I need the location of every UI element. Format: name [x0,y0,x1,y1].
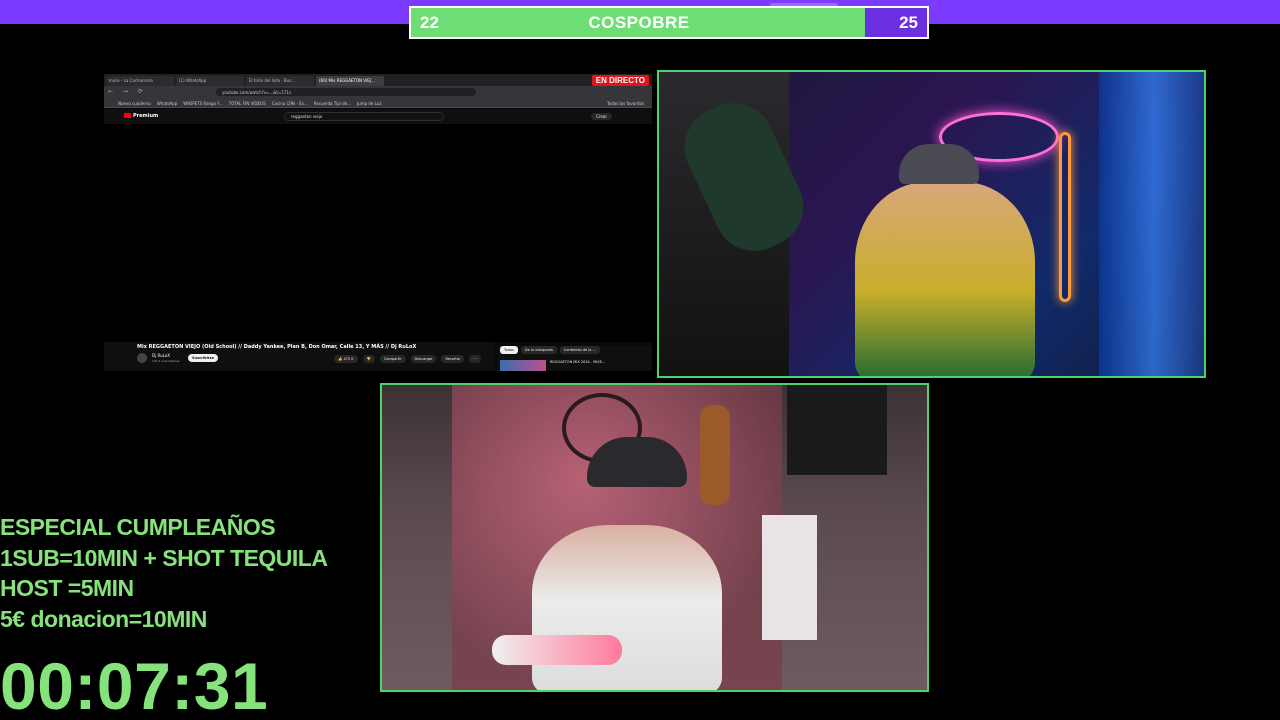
chip[interactable]: Contenido de la ... [559,346,600,354]
countdown-timer: 00:07:31 [0,649,269,720]
youtube-header: Premium reggaeton viejo Crear [104,109,652,124]
recommended-video[interactable]: REGGAETON MIX 2024 - MIXE... [500,360,605,371]
birthday-special-panel: ESPECIAL CUMPLEAÑOS 1SUB=10MIN + SHOT TE… [0,512,360,634]
live-badge: EN DIRECTO [591,75,649,86]
address-bar[interactable]: youtube.com/watch?v=...&t=171s [216,88,476,96]
promo-rule: HOST =5MIN [0,575,134,601]
webcam-top-right [657,70,1206,378]
poll-right-value: 25 [899,13,918,32]
subscribe-button[interactable]: Suscribirse [188,354,218,362]
bookmark-item[interactable]: Jump de Luz [357,98,382,107]
drawer-unit [762,515,817,640]
youtube-logo[interactable]: Premium [124,113,158,119]
more-button[interactable]: ··· [469,355,481,363]
tv-screen [787,385,887,475]
cap [899,144,979,184]
bookmark-item[interactable]: Todos los favoritos [607,98,644,107]
tinsel-curtain [1099,72,1204,376]
promo-title: ESPECIAL CUMPLEAÑOS [0,514,276,540]
nav-arrows-icon[interactable]: ← → ⟳ [108,88,147,95]
poll-title: COSPOBRE [588,13,690,32]
browser-toolbar: ← → ⟳ youtube.com/watch?v=...&t=171s [104,86,652,98]
browser-tab-active[interactable]: (60) Mix REGGAETON VIEJ... [316,76,384,86]
browser-capture: EN DIRECTO Inicio - La Cacharrería (1) W… [104,74,652,371]
channel-avatar[interactable] [137,353,147,363]
download-button[interactable]: Descargar [410,355,437,363]
video-thumbnail [500,360,546,371]
recommendations: Todos De tu búsqueda Contenido de la ...… [498,346,652,371]
video-meta: Mix REGGAETON VIEJO (Old School) // Dadd… [104,342,494,371]
clip-button[interactable]: Recortar [441,355,465,363]
browser-tab[interactable]: El tirón del listo · Bus... [246,76,314,86]
poll-bar: 22 COSPOBRE 25 [409,6,929,39]
ukulele [700,405,730,505]
bookmark-item[interactable]: WIKIPETS Rango F... [183,98,223,107]
bookmark-item[interactable]: Nuevo cuaderno [118,98,151,107]
channel-name[interactable]: Dj RuLoX [152,353,170,358]
chip[interactable]: Todos [500,346,518,354]
share-button[interactable]: Compartir [379,355,406,363]
recommended-title: REGGAETON MIX 2024 - MIXE... [550,360,606,364]
browser-tab[interactable]: (1) WhatsApp [176,76,244,86]
webcam-bottom [380,383,929,692]
streamer-a [855,182,1035,376]
bookmark-item[interactable]: TOTAL FIN VIDEOS [229,98,266,107]
filter-chips: Todos De tu búsqueda Contenido de la ... [498,346,652,354]
promo-rule: 1SUB=10MIN + SHOT TEQUILA [0,544,328,571]
bookmarks-bar: Nuevo cuaderno WhatsApp WIKIPETS Rango F… [104,98,652,108]
dislike-button[interactable]: 👎 [362,355,375,363]
video-title: Mix REGGAETON VIEJO (Old School) // Dadd… [137,344,417,350]
browser-tab-strip: Inicio - La Cacharrería (1) WhatsApp El … [104,74,652,86]
create-button[interactable]: Crear [591,113,612,120]
subscriber-count: 141 k suscriptores [152,359,180,363]
microphone [492,635,622,665]
youtube-search-input[interactable]: reggaeton viejo [284,112,444,121]
chip[interactable]: De tu búsqueda [520,346,557,354]
bookmark-item[interactable]: Cocina (29k · Es... [272,98,308,107]
promo-rule: 5€ donacion=10MIN [0,605,207,632]
bookmark-item[interactable]: Recuerda Tipi de... [314,98,351,107]
neon-light [1059,132,1071,302]
video-player[interactable] [104,124,652,342]
video-actions: 👍 472 K 👎 Compartir Descargar Recortar ·… [334,355,481,363]
bookmark-item[interactable]: WhatsApp [157,98,177,107]
browser-tab[interactable]: Inicio - La Cacharrería [106,76,174,86]
like-button[interactable]: 👍 472 K [334,355,358,363]
streamer-b [532,525,722,690]
